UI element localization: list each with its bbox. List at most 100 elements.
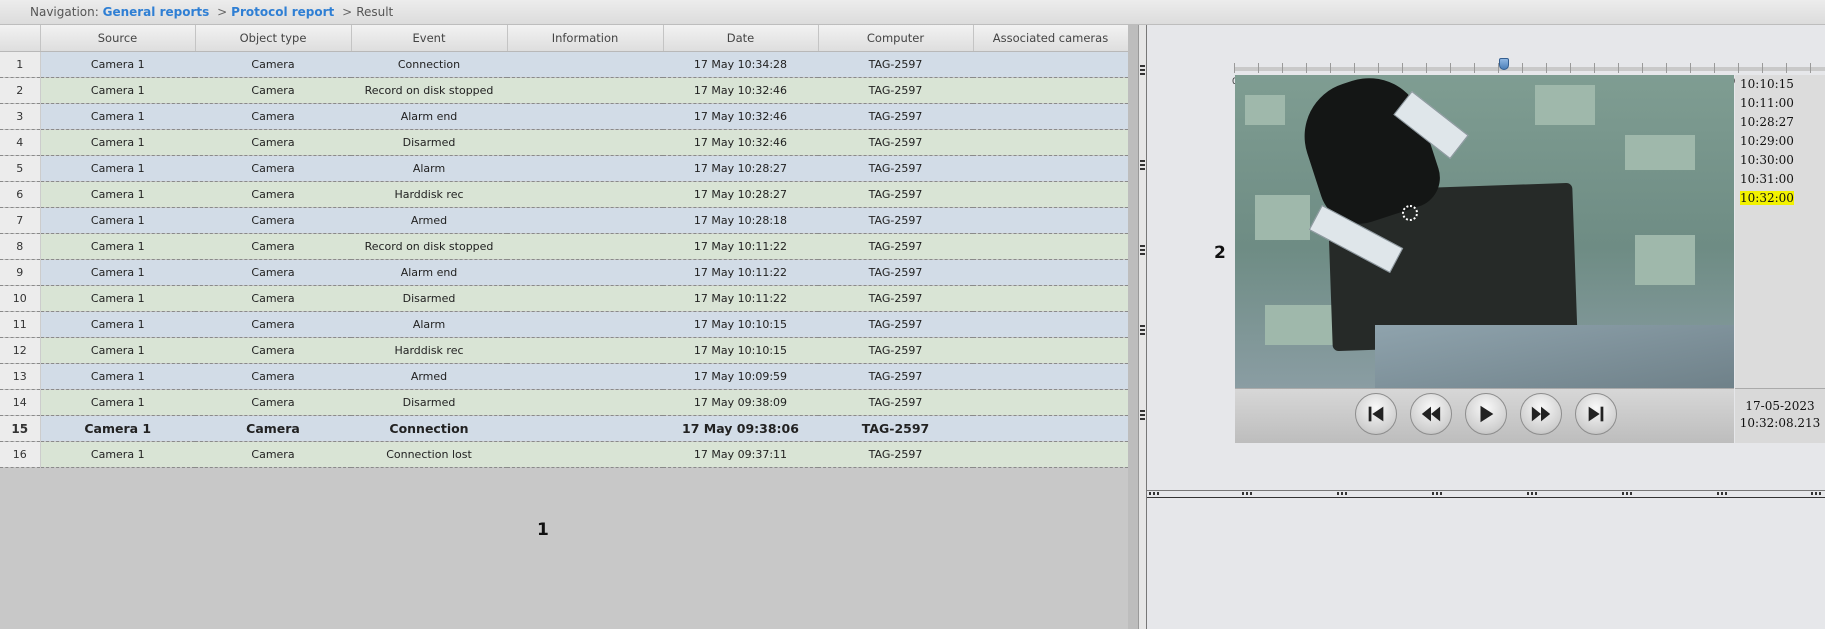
cell-source: Camera 1 (40, 389, 195, 416)
cell-information (507, 415, 663, 442)
cell-source: Camera 1 (40, 77, 195, 104)
cell-computer: TAG-2597 (818, 415, 973, 442)
cell-event: Armed (351, 207, 507, 234)
table-row[interactable]: 16 Camera 1 Camera Connection lost 17 May 09… (0, 441, 1128, 468)
breadcrumb-link-general-reports[interactable]: General reports (103, 5, 210, 19)
cell-date: 17 May 09:38:09 (663, 389, 818, 416)
cell-object-type: Camera (195, 311, 351, 338)
cell-computer: TAG-2597 (818, 441, 973, 468)
cell-date: 17 May 10:34:28 (663, 51, 818, 78)
table-row[interactable]: 4 Camera 1 Camera Disarmed 17 May 10:32:46 TA… (0, 129, 1128, 156)
bookmark-time-item[interactable]: 10:10:15 (1735, 75, 1825, 94)
cell-date: 17 May 10:32:46 (663, 103, 818, 130)
camera-video-frame[interactable] (1235, 75, 1734, 388)
grip-icon (1242, 492, 1254, 495)
table-row[interactable]: 15 Camera 1 Camera Connection 17 May 09:38:0… (0, 415, 1128, 442)
row-number: 8 (0, 233, 41, 260)
cell-information (507, 155, 663, 182)
play-button[interactable] (1465, 393, 1507, 435)
row-number-header (0, 25, 41, 52)
table-row[interactable]: 14 Camera 1 Camera Disarmed 17 May 09:38:09 T… (0, 389, 1128, 416)
cell-object-type: Camera (195, 259, 351, 286)
skip-to-start-button[interactable] (1355, 393, 1397, 435)
cell-source: Camera 1 (40, 441, 195, 468)
table-row[interactable]: 11 Camera 1 Camera Alarm 17 May 10:10:15 TAG-… (0, 311, 1128, 338)
column-header-object-type[interactable]: Object type (195, 25, 352, 52)
bookmark-time-item[interactable]: 10:32:00 (1735, 189, 1825, 208)
cell-event: Alarm (351, 155, 507, 182)
cell-date: 17 May 10:09:59 (663, 363, 818, 390)
cell-object-type: Camera (195, 155, 351, 182)
column-header-information[interactable]: Information (507, 25, 664, 52)
table-row[interactable]: 12 Camera 1 Camera Harddisk rec 17 May 10:10… (0, 337, 1128, 364)
grip-icon (1140, 245, 1145, 257)
table-row[interactable]: 3 Camera 1 Camera Alarm end 17 May 10:32:46 T… (0, 103, 1128, 130)
table-row[interactable]: 2 Camera 1 Camera Record on disk stopped 17 … (0, 77, 1128, 104)
bookmark-time-item[interactable]: 10:30:00 (1735, 151, 1825, 170)
column-header-event[interactable]: Event (351, 25, 508, 52)
table-header-row: Source Object type Event Information Dat… (0, 25, 1129, 52)
bookmark-time-item[interactable]: 10:31:00 (1735, 170, 1825, 189)
grip-icon (1140, 410, 1145, 422)
grip-icon (1622, 492, 1634, 495)
timeline-position-marker[interactable] (1499, 58, 1510, 70)
bookmark-time-label: 10:29:00 (1740, 134, 1794, 148)
video-floor-tile (1625, 135, 1695, 170)
table-row[interactable]: 9 Camera 1 Camera Alarm end 17 May 10:11:22 T… (0, 259, 1128, 286)
current-time: 10:32:08.213 (1739, 416, 1821, 430)
cell-associated-cameras (973, 155, 1128, 182)
cell-event: Alarm end (351, 259, 507, 286)
table-row[interactable]: 7 Camera 1 Camera Armed 17 May 10:28:18 TAG-2… (0, 207, 1128, 234)
cell-information (507, 389, 663, 416)
row-number: 11 (0, 311, 41, 338)
video-floor-tile (1265, 305, 1335, 345)
cell-object-type: Camera (195, 337, 351, 364)
fast-forward-icon (1531, 406, 1551, 422)
skip-to-end-button[interactable] (1575, 393, 1617, 435)
table-scroll-area[interactable] (1128, 25, 1138, 629)
cell-associated-cameras (973, 77, 1128, 104)
bookmark-time-item[interactable]: 10:11:00 (1735, 94, 1825, 113)
cell-information (507, 363, 663, 390)
table-row[interactable]: 10 Camera 1 Camera Disarmed 17 May 10:11:22 T… (0, 285, 1128, 312)
grip-icon (1140, 65, 1145, 77)
table-row[interactable]: 5 Camera 1 Camera Alarm 17 May 10:28:27 TAG-2… (0, 155, 1128, 182)
vertical-splitter[interactable] (1138, 25, 1147, 629)
cell-event: Armed (351, 363, 507, 390)
cell-object-type: Camera (195, 103, 351, 130)
grip-icon (1149, 492, 1161, 495)
bookmark-time-item[interactable]: 10:28:27 (1735, 113, 1825, 132)
row-number: 7 (0, 207, 41, 234)
bookmark-time-label: 10:11:00 (1740, 96, 1794, 110)
panel-label-1: 1 (537, 520, 549, 540)
cell-information (507, 233, 663, 260)
bookmark-time-label: 10:32:00 (1740, 191, 1794, 205)
column-header-date[interactable]: Date (663, 25, 819, 52)
breadcrumb-link-protocol-report[interactable]: Protocol report (231, 5, 334, 19)
table-row[interactable]: 8 Camera 1 Camera Record on disk stopped 17 … (0, 233, 1128, 260)
table-row[interactable]: 1 Camera 1 Camera Connection 17 May 10:34:28… (0, 51, 1128, 78)
cell-computer: TAG-2597 (818, 129, 973, 156)
bookmark-time-item[interactable]: 10:29:00 (1735, 132, 1825, 151)
cell-information (507, 259, 663, 286)
row-number: 1 (0, 51, 41, 78)
cell-source: Camera 1 (40, 233, 195, 260)
table-row[interactable]: 6 Camera 1 Camera Harddisk rec 17 May 10:28:… (0, 181, 1128, 208)
cell-object-type: Camera (195, 363, 351, 390)
video-stairs (1375, 325, 1734, 388)
cell-date: 17 May 10:11:22 (663, 285, 818, 312)
column-header-source[interactable]: Source (40, 25, 196, 52)
cell-object-type: Camera (195, 441, 351, 468)
fast-forward-button[interactable] (1520, 393, 1562, 435)
cell-computer: TAG-2597 (818, 51, 973, 78)
cell-object-type: Camera (195, 233, 351, 260)
horizontal-splitter[interactable] (1147, 490, 1825, 498)
grip-icon (1140, 160, 1145, 172)
column-header-associated-cameras[interactable]: Associated cameras (973, 25, 1129, 52)
rewind-button[interactable] (1410, 393, 1452, 435)
column-header-computer[interactable]: Computer (818, 25, 974, 52)
current-datetime: 17-05-2023 10:32:08.213 (1735, 388, 1825, 443)
table-row[interactable]: 13 Camera 1 Camera Armed 17 May 10:09:59 TAG-… (0, 363, 1128, 390)
breadcrumb-current: Result (356, 5, 394, 19)
cell-associated-cameras (973, 441, 1128, 468)
